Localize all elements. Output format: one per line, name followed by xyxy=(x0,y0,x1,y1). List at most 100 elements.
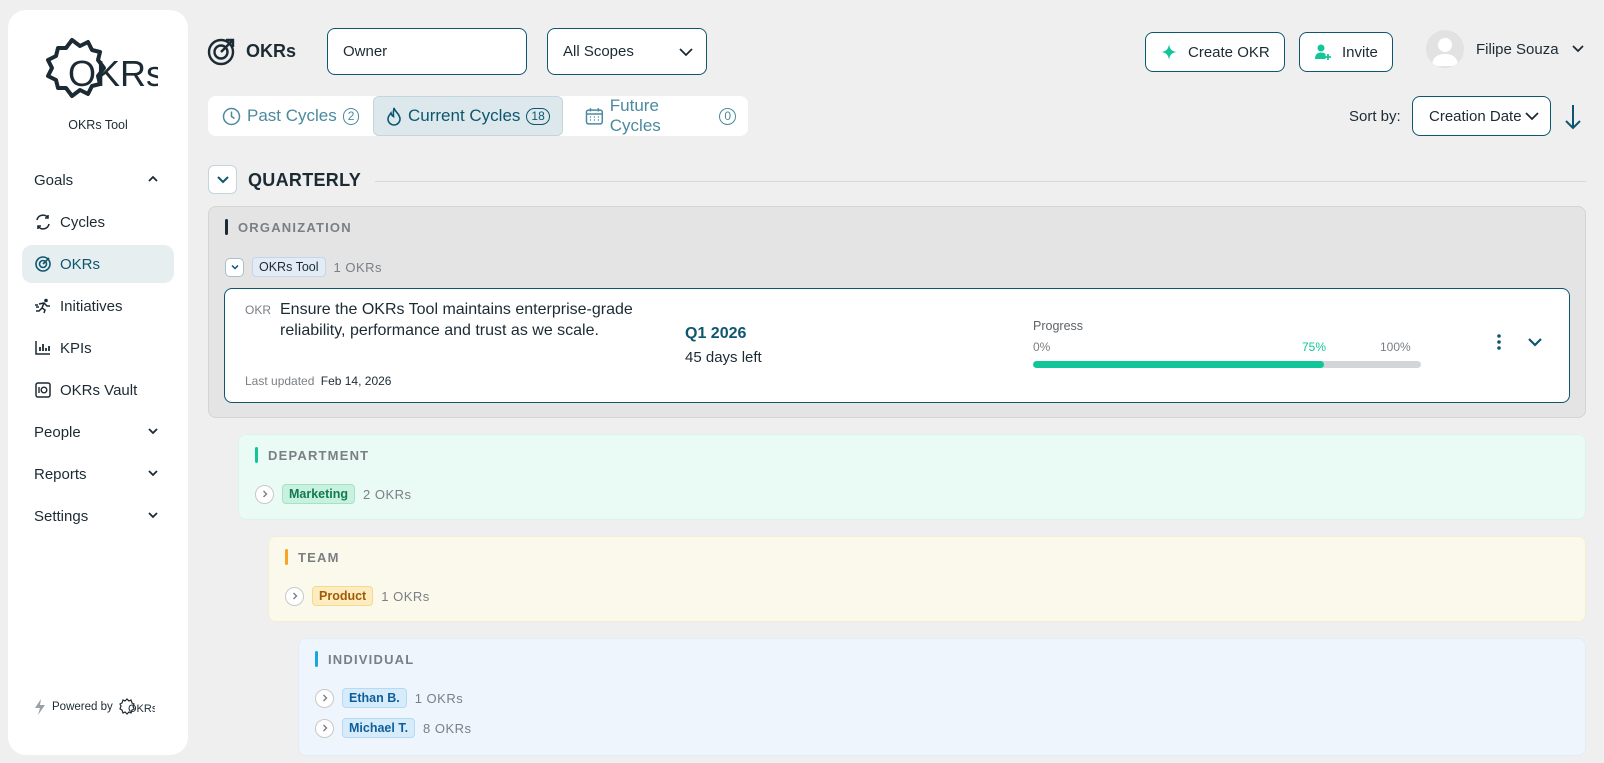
last-updated-label: Last updated xyxy=(245,374,315,388)
group-expand-button[interactable] xyxy=(255,484,274,504)
level-bar xyxy=(315,651,318,667)
chevron-down-icon xyxy=(216,175,229,183)
group-tag: OKRs Tool xyxy=(252,257,326,277)
group-collapse-button[interactable] xyxy=(225,257,244,277)
group-row[interactable]: Michael T. 8 OKRs xyxy=(315,718,472,738)
progress-fill xyxy=(1033,361,1324,368)
progress-min: 0% xyxy=(1033,340,1051,354)
chevron-right-icon xyxy=(322,724,327,732)
okr-card[interactable]: OKR Ensure the OKRs Tool maintains enter… xyxy=(224,288,1570,403)
group-count: 2 OKRs xyxy=(363,486,412,502)
okr-title[interactable]: Ensure the OKRs Tool maintains enterpris… xyxy=(280,299,640,341)
tab-past-cycles[interactable]: Past Cycles 2 xyxy=(210,96,371,136)
chevron-down-icon xyxy=(679,48,693,57)
sparkle-icon xyxy=(1161,44,1177,60)
progress-bar xyxy=(1033,361,1421,368)
cycle-tabs: Past Cycles 2 Current Cycles 18 Future C… xyxy=(208,96,748,136)
create-okr-button[interactable]: Create OKR xyxy=(1145,32,1285,72)
tab-past-cycles-label: Past Cycles xyxy=(247,106,337,125)
nav-cycles[interactable]: Cycles xyxy=(22,203,174,241)
nav-goals[interactable]: Goals xyxy=(22,161,174,199)
invite-button[interactable]: Invite xyxy=(1299,32,1393,72)
user-menu[interactable]: Filipe Souza xyxy=(1426,30,1585,68)
group-row[interactable]: Ethan B. 1 OKRs xyxy=(315,688,463,708)
more-options-icon[interactable] xyxy=(1493,332,1505,352)
nav-okrs-vault-label: OKRs Vault xyxy=(60,381,138,399)
department-section: DEPARTMENT Marketing 2 OKRs xyxy=(238,434,1586,520)
progress-max: 100% xyxy=(1380,340,1411,354)
chevron-down-icon xyxy=(148,470,158,477)
group-tag: Marketing xyxy=(282,484,356,504)
group-tag: Product xyxy=(312,586,374,606)
lightning-icon xyxy=(35,699,45,715)
tab-current-cycles-label: Current Cycles xyxy=(408,106,521,125)
chevron-right-icon xyxy=(262,490,267,498)
create-okr-label: Create OKR xyxy=(1188,43,1270,61)
nav-kpis[interactable]: KPIs xyxy=(22,329,174,367)
last-updated-date: Feb 14, 2026 xyxy=(320,374,392,388)
group-count: 8 OKRs xyxy=(423,720,472,736)
group-row[interactable]: Marketing 2 OKRs xyxy=(255,484,412,504)
team-header: TEAM xyxy=(285,549,340,565)
department-header: DEPARTMENT xyxy=(255,447,369,463)
quarterly-collapse-button[interactable] xyxy=(208,165,237,194)
tab-future-cycles[interactable]: Future Cycles 0 xyxy=(573,96,748,136)
nav-kpis-label: KPIs xyxy=(60,339,92,357)
group-row[interactable]: OKRs Tool 1 OKRs xyxy=(225,257,382,277)
nav-okrs[interactable]: OKRs xyxy=(22,245,174,283)
nav-settings-label: Settings xyxy=(34,507,89,525)
group-tag: Ethan B. xyxy=(342,688,407,708)
progress-label: Progress xyxy=(1033,319,1084,333)
avatar xyxy=(1426,30,1464,68)
nav-reports-label: Reports xyxy=(34,465,87,483)
organization-label: ORGANIZATION xyxy=(238,219,352,235)
individual-label: INDIVIDUAL xyxy=(328,651,415,667)
tab-past-cycles-count: 2 xyxy=(342,107,360,125)
nav-okrs-vault[interactable]: OKRs Vault xyxy=(22,371,174,409)
nav-initiatives[interactable]: Initiatives xyxy=(22,287,174,325)
group-expand-button[interactable] xyxy=(315,718,334,738)
sidebar: OKRs OKRs Tool Goals Cycles OKRs Initiat… xyxy=(8,10,188,755)
chevron-right-icon xyxy=(322,694,327,702)
nav-reports[interactable]: Reports xyxy=(22,455,174,493)
sort-select[interactable]: Creation Date xyxy=(1412,96,1551,136)
department-label: DEPARTMENT xyxy=(268,447,370,463)
group-count: 1 OKRs xyxy=(381,588,430,604)
progress-value: 75% xyxy=(1302,340,1327,354)
last-updated: Last updated Feb 14, 2026 xyxy=(245,374,391,388)
group-expand-button[interactable] xyxy=(315,688,334,708)
okr-cycle: Q1 2026 xyxy=(685,325,747,342)
chevron-up-icon xyxy=(148,175,158,182)
tab-future-cycles-count: 0 xyxy=(719,107,736,125)
scope-select[interactable]: All Scopes xyxy=(547,28,707,75)
group-expand-button[interactable] xyxy=(285,586,304,606)
vault-icon xyxy=(35,382,51,398)
nav-initiatives-label: Initiatives xyxy=(60,297,123,315)
chevron-down-icon xyxy=(1525,112,1539,121)
nav-people[interactable]: People xyxy=(22,413,174,451)
user-name: Filipe Souza xyxy=(1476,40,1559,58)
powered-by-label: Powered by xyxy=(52,701,113,713)
tab-current-cycles[interactable]: Current Cycles 18 xyxy=(373,96,563,136)
chevron-right-icon xyxy=(292,592,297,600)
team-label: TEAM xyxy=(298,549,340,565)
target-arrow-icon xyxy=(207,38,235,66)
powered-by[interactable]: Powered by OKRs xyxy=(34,695,155,719)
bar-chart-icon xyxy=(35,341,50,355)
nav-goals-label: Goals xyxy=(34,171,74,189)
svg-text:OKRs: OKRs xyxy=(128,703,155,715)
divider xyxy=(375,181,1586,182)
clock-icon xyxy=(222,107,241,125)
individual-section: INDIVIDUAL Ethan B. 1 OKRs Michael T. 8 … xyxy=(298,638,1586,756)
runner-icon xyxy=(35,298,50,314)
chevron-down-icon[interactable] xyxy=(1527,336,1543,348)
okrs-logo[interactable]: OKRs xyxy=(38,24,164,116)
nav-settings[interactable]: Settings xyxy=(22,497,174,535)
okr-type-label: OKR xyxy=(245,303,272,317)
sort-descending-icon[interactable] xyxy=(1564,104,1582,130)
team-section: TEAM Product 1 OKRs xyxy=(268,536,1586,622)
group-row[interactable]: Product 1 OKRs xyxy=(285,586,430,606)
owner-input[interactable] xyxy=(327,28,527,75)
organization-header: ORGANIZATION xyxy=(225,219,352,235)
sort-label: Sort by: xyxy=(1349,108,1401,125)
